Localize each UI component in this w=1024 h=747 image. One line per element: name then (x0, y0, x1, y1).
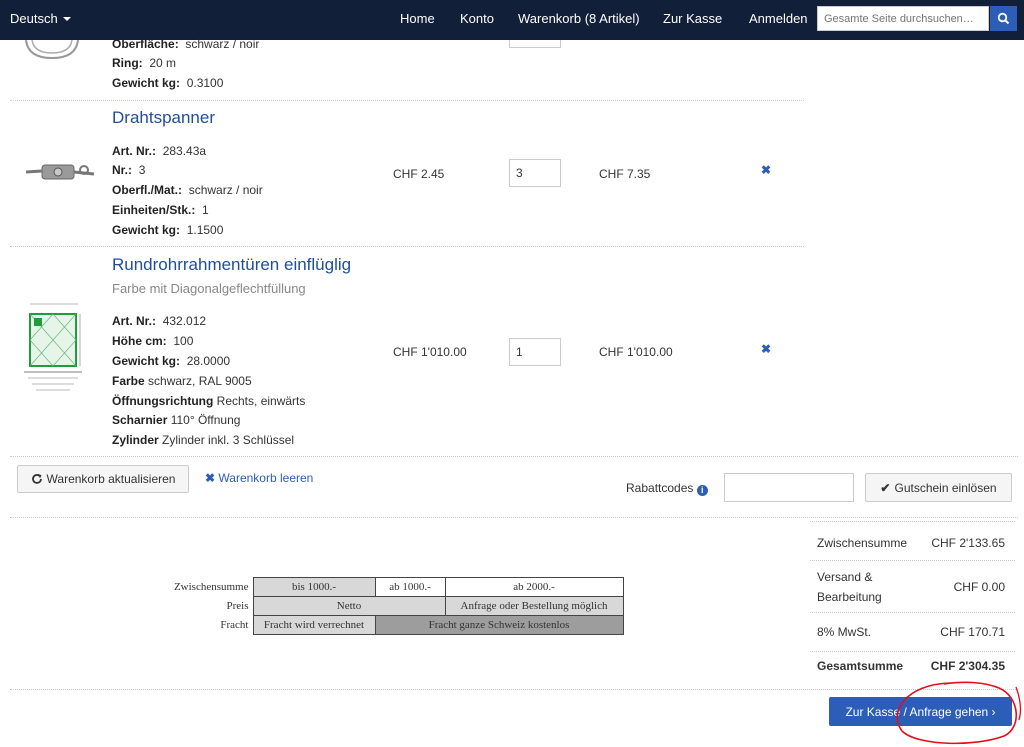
row-divider (10, 100, 804, 101)
nav-cart[interactable]: Warenkorb (8 Artikel) (518, 11, 640, 26)
shipping-label: Versand & (817, 570, 873, 584)
item1-name[interactable]: Drahtspanner (112, 108, 215, 128)
row-divider (10, 517, 1018, 518)
grand-total-label: Gesamtsumme (817, 659, 904, 673)
item1-attr: Einheiten/Stk.: 1 (112, 203, 209, 217)
item2-attr: Art. Nr.: 432.012 (112, 314, 207, 328)
freight-free-cell: Fracht ganze Schweiz kostenlos (374, 615, 624, 635)
vat-value: CHF 170.71 (940, 625, 1005, 639)
price-request-cell: Anfrage oder Bestellung möglich (444, 596, 624, 616)
price-netto-cell: Netto (252, 596, 446, 616)
item2-attr: Zylinder Zylinder inkl. 3 Schlüssel (112, 433, 295, 447)
freight-col: bis 1000.- (252, 577, 376, 597)
item1-remove-icon[interactable]: ✖ (761, 163, 771, 177)
row-divider (10, 246, 804, 247)
freight-info-table: Zwischensumme bis 1000.- ab 1000.- ab 20… (153, 577, 624, 635)
subtotal-label: Zwischensumme (817, 536, 908, 550)
freight-charged-cell: Fracht wird verrechnet (252, 615, 376, 635)
nav-login[interactable]: Anmelden (749, 11, 808, 26)
item1-unit-price: CHF 2.45 (393, 167, 445, 181)
redeem-voucher-button[interactable]: ✔ Gutschein einlösen (865, 473, 1012, 502)
vat-label: 8% MwSt. (817, 625, 872, 639)
nav-account[interactable]: Konto (460, 11, 494, 26)
clear-cart-link[interactable]: ✖ Warenkorb leeren (205, 471, 313, 485)
item0-attr: Gewicht kg: 0.3100 (112, 76, 224, 90)
discount-code-input[interactable] (724, 473, 854, 502)
item2-attr: Scharnier 110° Öffnung (112, 413, 241, 427)
refresh-icon (31, 474, 42, 484)
discount-label: Rabattcodes i (626, 481, 708, 496)
shipping-row: Versand & Bearbeitung CHF 0.00 (810, 560, 1015, 612)
subtotal-row: Zwischensumme CHF 2'133.65 (810, 521, 1015, 560)
nav-home[interactable]: Home (400, 11, 435, 26)
search-button[interactable] (990, 6, 1017, 31)
discount-label-text: Rabattcodes (626, 481, 694, 495)
freight-row-label: Fracht (220, 619, 249, 631)
item1-attr: Nr.: 3 (112, 163, 146, 177)
update-cart-button[interactable]: Warenkorb aktualisieren (17, 465, 189, 493)
checkout-button[interactable]: Zur Kasse / Anfrage gehen › (829, 697, 1012, 726)
search-input[interactable] (817, 6, 989, 31)
nav-checkout[interactable]: Zur Kasse (663, 11, 722, 26)
item1-line-total: CHF 7.35 (599, 167, 651, 181)
info-icon[interactable]: i (696, 485, 708, 496)
item2-attr: Öffnungsrichtung Rechts, einwärts (112, 394, 306, 408)
item2-remove-icon[interactable]: ✖ (761, 342, 771, 356)
shipping-label: Bearbeitung (817, 590, 882, 604)
item2-line-total: CHF 1'010.00 (599, 345, 673, 359)
language-label: Deutsch (10, 11, 58, 26)
freight-col: ab 1000.- (374, 577, 446, 597)
language-selector[interactable]: Deutsch (10, 11, 71, 26)
clear-cart-label: Warenkorb leeren (218, 471, 314, 485)
item1-attr: Gewicht kg: 1.1500 (112, 223, 224, 237)
freight-col: ab 2000.- (444, 577, 624, 597)
check-icon: ✔ (880, 480, 891, 495)
update-cart-label: Warenkorb aktualisieren (46, 472, 176, 486)
vat-row: 8% MwSt. CHF 170.71 (810, 612, 1015, 651)
wire-ring-thumbnail (25, 40, 79, 60)
item1-attr: Art. Nr.: 283.43a (112, 144, 207, 158)
wire-tensioner-thumbnail (25, 164, 95, 180)
item2-name[interactable]: Rundrohrrahmentüren einflüglig (112, 255, 351, 275)
item1-qty-input[interactable] (509, 159, 561, 187)
freight-header-label: Zwischensumme (173, 581, 249, 593)
item2-attr: Farbe schwarz, RAL 9005 (112, 374, 252, 388)
item2-qty-input[interactable] (509, 338, 561, 366)
caret-down-icon (62, 17, 71, 21)
subtotal-value: CHF 2'133.65 (931, 536, 1005, 550)
item2-subtitle: Farbe mit Diagonalgeflechtfüllung (112, 281, 306, 296)
shipping-value: CHF 0.00 (953, 580, 1005, 594)
price-row-label: Preis (226, 600, 249, 612)
gate-drawing-thumbnail (24, 303, 82, 391)
row-divider (10, 456, 1018, 457)
item0-attr: Ring: 20 m (112, 56, 177, 70)
redeem-label: Gutschein einlösen (894, 480, 997, 495)
item0-qty-input[interactable] (509, 40, 561, 48)
item2-attr: Gewicht kg: 28.0000 (112, 354, 231, 368)
search-icon (997, 12, 1010, 25)
x-icon: ✖ (205, 471, 216, 485)
grand-total-row: Gesamtsumme CHF 2'304.35 (810, 651, 1015, 687)
row-divider (10, 689, 1018, 690)
top-navbar: Deutsch Home Konto Warenkorb (8 Artikel)… (0, 0, 1024, 40)
item2-attr: Höhe cm: 100 (112, 334, 194, 348)
grand-total-value: CHF 2'304.35 (930, 659, 1005, 673)
item2-unit-price: CHF 1'010.00 (393, 345, 467, 359)
item0-attr: Oberfläche: schwarz / noir (112, 37, 260, 51)
item1-attr: Oberfl./Mat.: schwarz / noir (112, 183, 263, 197)
